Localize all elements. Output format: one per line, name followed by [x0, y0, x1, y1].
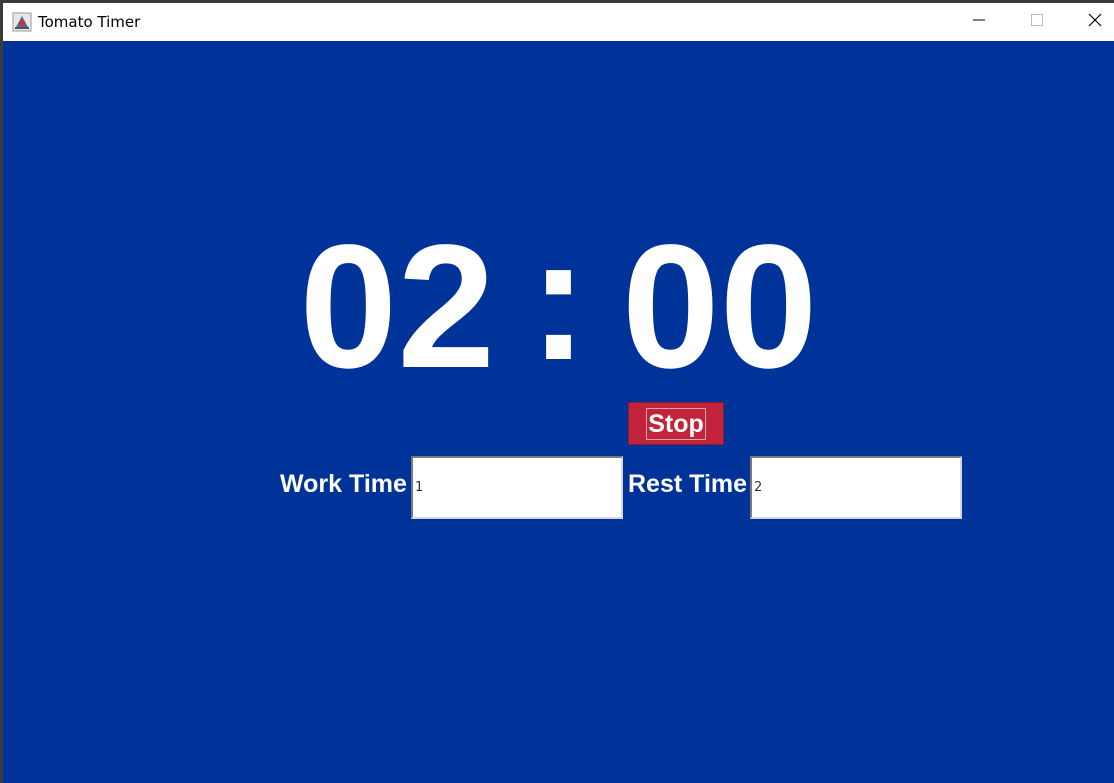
- close-icon: [1088, 13, 1102, 32]
- timer-panel: 02:00 Stop Work Time Rest Time: [3, 41, 1114, 783]
- app-window: Tomato Timer 02:00 Stop Work Time Rest T…: [3, 3, 1114, 783]
- work-time-label: Work Time: [280, 470, 407, 498]
- work-time-input[interactable]: [411, 456, 623, 519]
- title-bar[interactable]: Tomato Timer: [3, 3, 1114, 41]
- seconds-display: 00: [621, 209, 818, 405]
- maximize-button[interactable]: [1009, 3, 1065, 41]
- rest-time-input[interactable]: [750, 456, 962, 519]
- time-separator: :: [529, 201, 588, 397]
- stop-button-label: Stop: [646, 407, 706, 440]
- minutes-display: 02: [299, 209, 496, 405]
- minimize-button[interactable]: [951, 3, 1007, 41]
- maximize-icon: [1031, 13, 1043, 31]
- rest-time-label: Rest Time: [628, 470, 748, 498]
- close-button[interactable]: [1067, 3, 1114, 41]
- window-title: Tomato Timer: [38, 13, 141, 31]
- stop-button[interactable]: Stop: [628, 402, 724, 445]
- countdown-display: 02:00: [3, 209, 1114, 405]
- java-app-icon: [12, 12, 32, 32]
- minimize-icon: [973, 13, 985, 31]
